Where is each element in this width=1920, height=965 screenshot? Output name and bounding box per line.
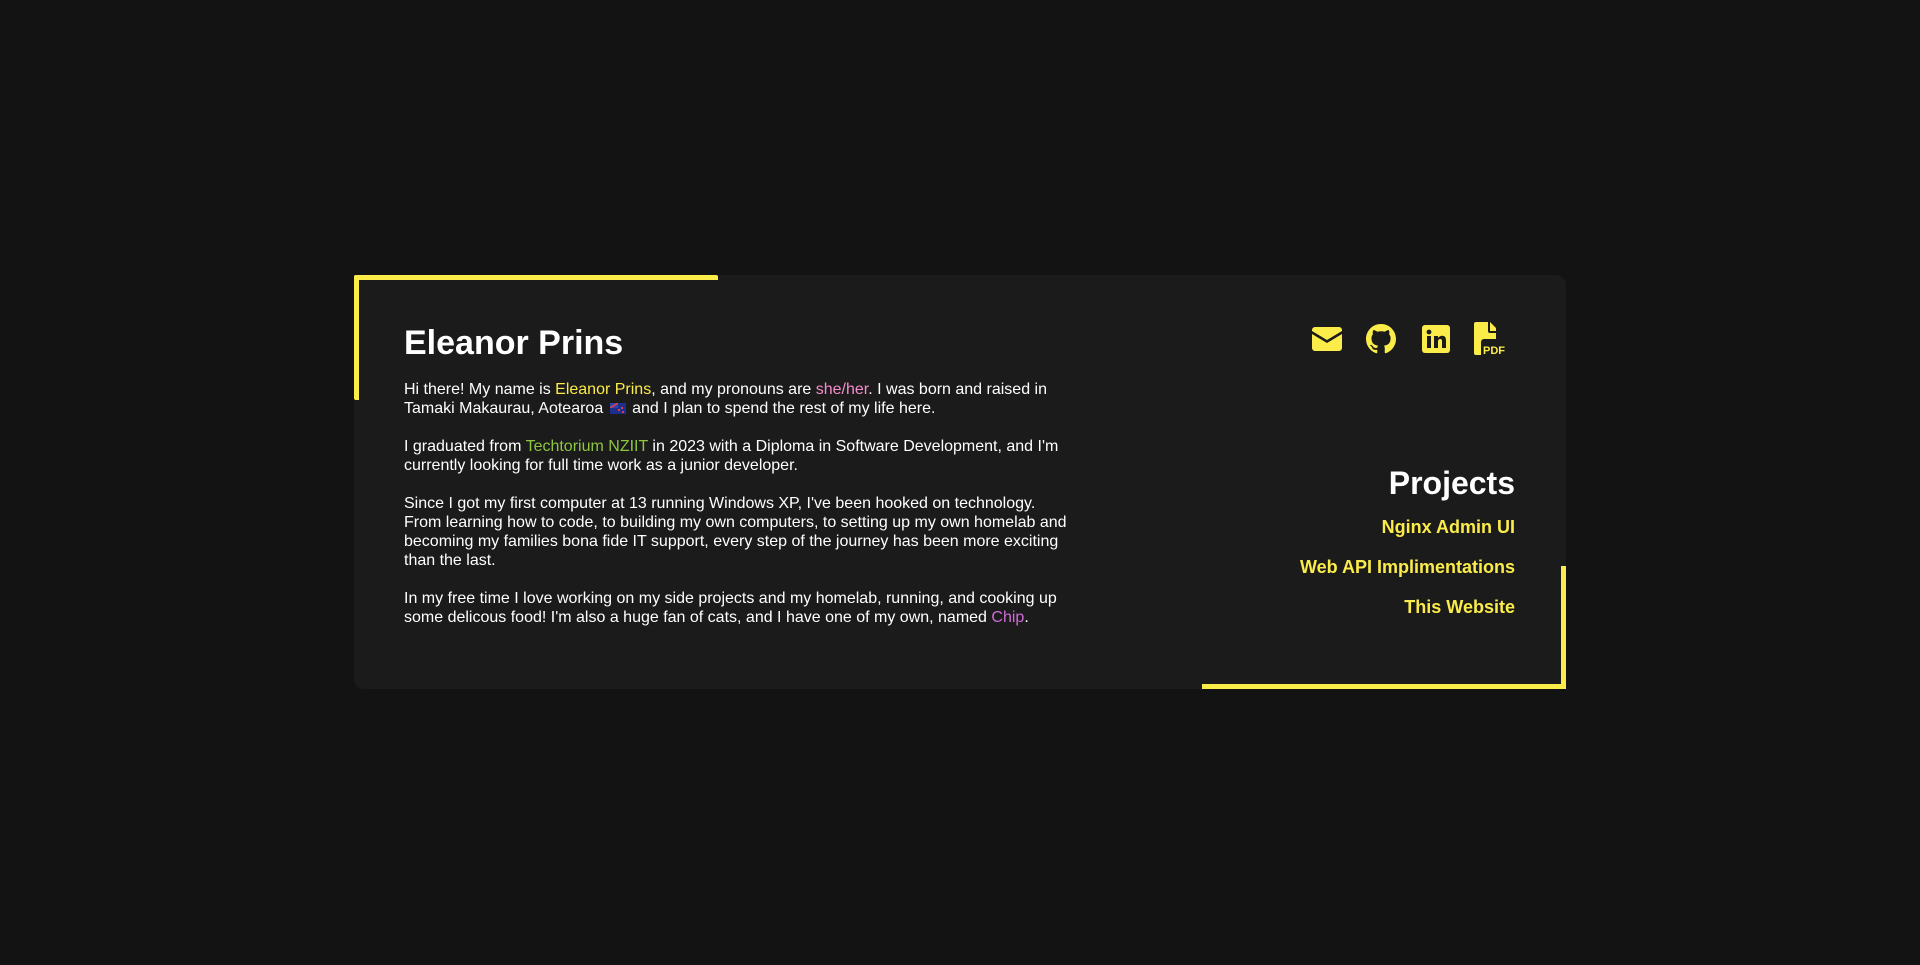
corner-accent-top-left: [354, 275, 718, 280]
email-link[interactable]: [1310, 322, 1344, 356]
cat-name-highlight: Chip: [991, 609, 1025, 626]
envelope-icon: [1312, 327, 1342, 351]
corner-accent-bottom-right-vertical: [1561, 566, 1566, 689]
github-link[interactable]: [1364, 322, 1398, 356]
intro-paragraph: Hi there! My name is Eleanor Prins, and …: [404, 381, 1047, 417]
project-link-this-website[interactable]: This Website: [1115, 596, 1515, 618]
social-links: PDF: [1310, 322, 1510, 362]
projects-section: Projects Nginx Admin UI Web API Implimen…: [1115, 462, 1515, 636]
linkedin-icon: [1422, 325, 1450, 353]
projects-title: Projects: [1388, 465, 1515, 501]
linkedin-link[interactable]: [1419, 322, 1453, 356]
project-link-web-api[interactable]: Web API Implimentations: [1115, 556, 1515, 578]
history-paragraph: Since I got my first computer at 13 runn…: [404, 495, 1067, 569]
school-highlight: Techtorium NZIIT: [525, 438, 648, 455]
pronouns-highlight: she/her: [815, 381, 869, 398]
name-highlight: Eleanor Prins: [555, 381, 652, 398]
corner-accent-bottom-right: [1202, 684, 1566, 689]
resume-pdf-link[interactable]: PDF: [1473, 322, 1507, 356]
pdf-badge-text: PDF: [1483, 345, 1505, 356]
page-title: Eleanor Prins: [404, 324, 624, 362]
about-section: Eleanor Prins Hi there! My name is Elean…: [404, 322, 1074, 646]
nz-flag-icon: [609, 403, 626, 414]
corner-accent-top-left-vertical: [354, 275, 359, 400]
education-paragraph: I graduated from Techtorium NZIIT in 202…: [404, 438, 1059, 474]
project-link-nginx-admin-ui[interactable]: Nginx Admin UI: [1115, 516, 1515, 538]
github-icon: [1366, 324, 1396, 354]
hobbies-paragraph: In my free time I love working on my sid…: [404, 590, 1057, 626]
pdf-file-icon: PDF: [1474, 322, 1505, 356]
